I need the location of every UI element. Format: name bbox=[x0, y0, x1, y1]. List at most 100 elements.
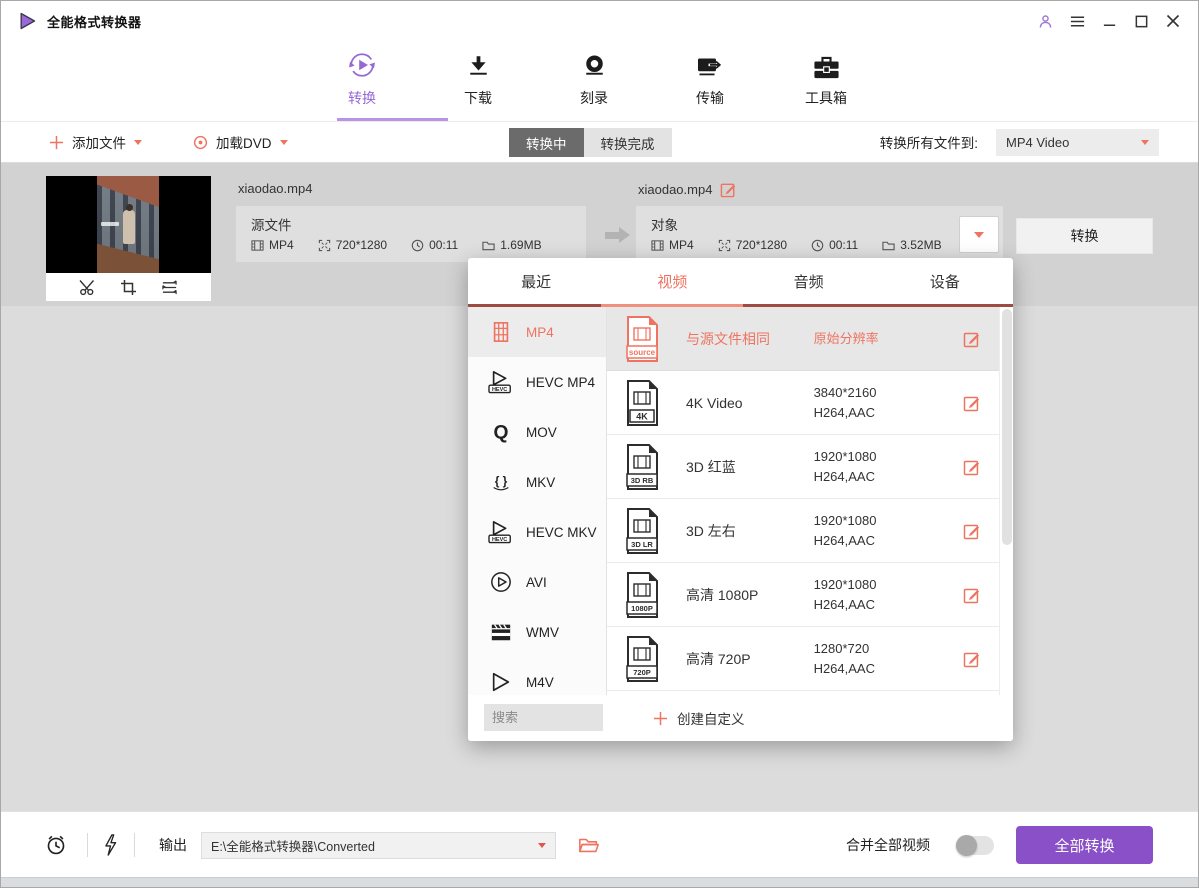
picker-tab-recent[interactable]: 最近 bbox=[468, 258, 604, 304]
nav-label-burn: 刻录 bbox=[580, 88, 608, 108]
edit-preset-icon[interactable] bbox=[963, 650, 981, 668]
format-item-wmv[interactable]: WMV bbox=[468, 607, 606, 657]
target-format-text: MP4 bbox=[669, 238, 694, 252]
app-logo-icon bbox=[17, 11, 37, 31]
minimize-icon[interactable] bbox=[1100, 12, 1118, 30]
merge-toggle[interactable] bbox=[956, 836, 994, 855]
download-icon bbox=[465, 51, 492, 81]
picker-tab-audio[interactable]: 音频 bbox=[741, 258, 877, 304]
edit-preset-icon[interactable] bbox=[963, 330, 981, 348]
close-icon[interactable] bbox=[1164, 12, 1182, 30]
clip-tools bbox=[46, 273, 211, 301]
edit-preset-icon[interactable] bbox=[963, 522, 981, 540]
convert-all-button[interactable]: 全部转换 bbox=[1016, 826, 1153, 864]
format-item-mp4[interactable]: MP4 bbox=[468, 307, 606, 357]
target-format-dropdown-button[interactable] bbox=[959, 216, 999, 253]
format-picker-body: MP4 HEVC HEVC MP4 Q MOV { } bbox=[468, 307, 1013, 741]
source-size-text: 1.69MB bbox=[500, 238, 541, 252]
format-item-hevc-mkv[interactable]: HEVC HEVC MKV bbox=[468, 507, 606, 557]
adjust-sliders-icon[interactable] bbox=[161, 279, 178, 296]
nav-tab-transfer[interactable]: 传输 bbox=[674, 51, 746, 108]
source-size: 1.69MB bbox=[482, 238, 541, 252]
create-custom-button[interactable]: 创建自定义 bbox=[653, 695, 745, 741]
crop-icon[interactable] bbox=[120, 279, 137, 296]
720p-preset-icon: 720P bbox=[624, 636, 660, 682]
toolbar: 添加文件 加载DVD 转换中 转换完成 转换所有文件到: MP4 Video bbox=[1, 122, 1198, 163]
format-item-hevc-mp4[interactable]: HEVC HEVC MP4 bbox=[468, 357, 606, 407]
convert-icon bbox=[346, 51, 378, 81]
format-search-input[interactable] bbox=[484, 704, 603, 731]
preset-name: 高清 1080P bbox=[686, 585, 814, 605]
1080p-preset-icon: 1080P bbox=[624, 572, 660, 618]
preset-row-source[interactable]: source 与源文件相同 原始分辨率 bbox=[607, 307, 999, 371]
person-figure bbox=[123, 210, 135, 244]
rename-edit-icon[interactable] bbox=[720, 181, 737, 198]
preset-specs: 1920*1080 H264,AAC bbox=[814, 447, 964, 487]
main-nav: 转换 下载 刻录 bbox=[1, 41, 1198, 122]
tab-finished[interactable]: 转换完成 bbox=[584, 128, 672, 157]
chevron-down-icon bbox=[280, 140, 288, 145]
edit-preset-icon[interactable] bbox=[963, 458, 981, 476]
edit-preset-icon[interactable] bbox=[963, 586, 981, 604]
nav-tab-download[interactable]: 下载 bbox=[442, 51, 514, 108]
format-picker-popup: 最近 视频 音频 设备 MP4 HEVC HEVC MP4 bbox=[468, 258, 1013, 741]
svg-text:4K: 4K bbox=[636, 411, 648, 421]
source-preset-icon: source bbox=[624, 316, 660, 362]
open-folder-icon[interactable] bbox=[578, 834, 600, 856]
source-format-text: MP4 bbox=[269, 238, 294, 252]
3d-rb-preset-icon: 3D RB bbox=[624, 444, 660, 490]
global-format-select[interactable]: MP4 Video bbox=[996, 129, 1159, 156]
mov-format-icon: Q bbox=[486, 421, 516, 443]
user-account-icon[interactable] bbox=[1036, 12, 1054, 30]
trim-scissors-icon[interactable] bbox=[79, 279, 96, 296]
preset-specs: 原始分辨率 bbox=[814, 329, 964, 349]
chevron-down-icon bbox=[538, 843, 546, 848]
scrollbar-thumb[interactable] bbox=[1002, 309, 1012, 545]
app-window: 全能格式转换器 bbox=[0, 0, 1199, 888]
schedule-alarm-icon[interactable] bbox=[45, 834, 67, 856]
picker-tab-device[interactable]: 设备 bbox=[877, 258, 1013, 304]
format-item-mkv[interactable]: { } MKV bbox=[468, 457, 606, 507]
svg-text:720P: 720P bbox=[633, 668, 651, 677]
nav-tab-toolbox[interactable]: 工具箱 bbox=[790, 51, 862, 108]
menu-icon[interactable] bbox=[1068, 12, 1086, 30]
format-item-m4v[interactable]: M4V bbox=[468, 657, 606, 695]
nav-tab-burn[interactable]: 刻录 bbox=[558, 51, 630, 108]
preset-specs: 1920*1080 H264,AAC bbox=[814, 575, 964, 615]
picker-tab-video[interactable]: 视频 bbox=[604, 258, 740, 304]
window-controls bbox=[1036, 12, 1182, 30]
hevc-mkv-format-icon: HEVC bbox=[486, 520, 516, 544]
preset-specs: 1920*1080 H264,AAC bbox=[814, 511, 964, 551]
preset-resolution: 1920*1080 bbox=[814, 577, 877, 592]
tab-converting[interactable]: 转换中 bbox=[509, 128, 584, 157]
format-item-mov[interactable]: Q MOV bbox=[468, 407, 606, 457]
format-item-label: WMV bbox=[526, 625, 559, 640]
preset-row-4k[interactable]: 4K 4K Video 3840*2160 H264,AAC bbox=[607, 371, 999, 435]
load-dvd-button[interactable]: 加载DVD bbox=[193, 122, 288, 162]
convert-row-button[interactable]: 转换 bbox=[1016, 218, 1153, 254]
format-picker-tabs: 最近 视频 音频 设备 bbox=[468, 258, 1013, 304]
target-resolution: 720*1280 bbox=[718, 238, 787, 252]
format-item-avi[interactable]: AVI bbox=[468, 557, 606, 607]
nav-tab-convert[interactable]: 转换 bbox=[326, 51, 398, 108]
clock-icon bbox=[811, 239, 824, 252]
source-meta: MP4 720*1280 00:11 1.69MB bbox=[251, 238, 542, 252]
preset-row-1080p[interactable]: 1080P 高清 1080P 1920*1080 H264,AAC bbox=[607, 563, 999, 627]
4k-preset-icon: 4K bbox=[624, 380, 660, 426]
preset-row-3d-rb[interactable]: 3D RB 3D 红蓝 1920*1080 H264,AAC bbox=[607, 435, 999, 499]
toolbox-icon bbox=[812, 51, 841, 81]
maximize-icon[interactable] bbox=[1132, 12, 1150, 30]
high-speed-icon[interactable] bbox=[102, 834, 119, 856]
dvd-icon bbox=[193, 135, 208, 150]
svg-text:HEVC: HEVC bbox=[492, 387, 507, 393]
folder-icon bbox=[882, 239, 895, 252]
preset-codec: H264,AAC bbox=[814, 533, 875, 548]
preset-resolution: 原始分辨率 bbox=[814, 331, 879, 346]
preset-row-720p[interactable]: 720P 高清 720P 1280*720 H264,AAC bbox=[607, 627, 999, 691]
preset-row-3d-lr[interactable]: 3D LR 3D 左右 1920*1080 H264,AAC bbox=[607, 499, 999, 563]
app-title: 全能格式转换器 bbox=[47, 12, 142, 31]
edit-preset-icon[interactable] bbox=[963, 394, 981, 412]
output-path-select[interactable]: E:\全能格式转换器\Converted bbox=[201, 832, 556, 859]
preset-name: 3D 左右 bbox=[686, 521, 814, 541]
add-file-button[interactable]: 添加文件 bbox=[49, 122, 142, 162]
